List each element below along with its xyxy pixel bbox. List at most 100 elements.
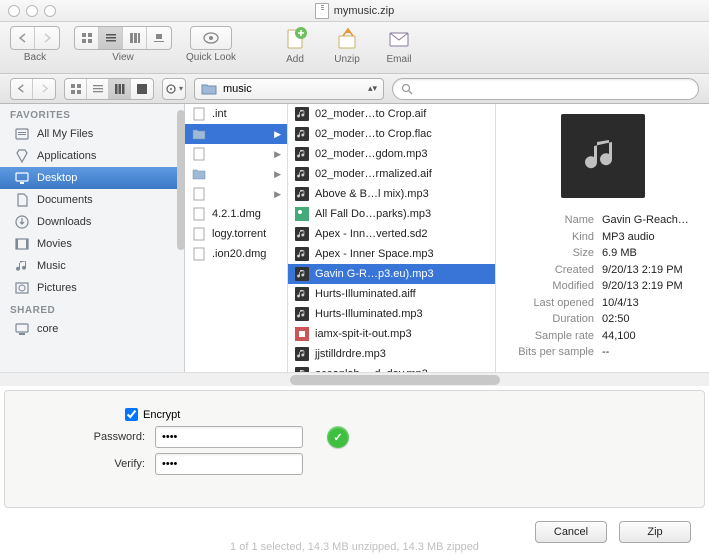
column1-item[interactable]: .ion20.dmg — [185, 244, 287, 264]
sidebar-item-documents[interactable]: Documents — [0, 189, 184, 211]
column2-item[interactable]: Above & B…l mix).mp3 — [288, 184, 495, 204]
file-label: Hurts-Illuminated.mp3 — [315, 308, 423, 320]
quick-look-button[interactable] — [191, 27, 231, 49]
sidebar-item-pictures[interactable]: Pictures — [0, 277, 184, 299]
search-input[interactable] — [413, 83, 690, 95]
column2-item[interactable]: Hurts-Illuminated.aiff — [288, 284, 495, 304]
sidebar-item-desktop[interactable]: Desktop — [0, 167, 184, 189]
sidebar-item-label: Desktop — [37, 172, 77, 184]
path-list-view[interactable] — [87, 79, 109, 99]
password-input[interactable] — [155, 426, 303, 448]
forward-button[interactable] — [35, 27, 59, 49]
verify-input[interactable] — [155, 453, 303, 475]
computer-icon — [14, 321, 30, 337]
sidebar-scrollbar[interactable] — [177, 110, 185, 250]
meta-value: 44,100 — [602, 328, 697, 345]
column1-item[interactable]: ▶ — [185, 184, 287, 204]
column2-item[interactable]: 02_moder…to Crop.flac — [288, 124, 495, 144]
sidebar-item-movies[interactable]: Movies — [0, 233, 184, 255]
audio-file-icon — [294, 346, 310, 362]
column2-item[interactable]: 02_moder…to Crop.aif — [288, 104, 495, 124]
meta-value: -- — [602, 344, 697, 361]
meta-key: Size — [508, 245, 594, 262]
path-dropdown[interactable]: music ▴▾ — [194, 78, 384, 100]
sidebar-item-music[interactable]: Music — [0, 255, 184, 277]
meta-row: KindMP3 audio — [508, 229, 697, 246]
browser-body: FAVORITES All My FilesApplicationsDeskto… — [0, 104, 709, 372]
column2-item[interactable]: Hurts-Illuminated.mp3 — [288, 304, 495, 324]
path-column-view[interactable] — [109, 79, 131, 99]
unzip-button[interactable] — [328, 26, 366, 52]
column1-item[interactable]: logy.torrent — [185, 224, 287, 244]
back-button[interactable] — [11, 27, 35, 49]
coverflow-view-button[interactable] — [147, 27, 171, 49]
icon-view-button[interactable] — [75, 27, 99, 49]
zip-file-icon — [315, 3, 329, 19]
sidebar-item-all-my-files[interactable]: All My Files — [0, 123, 184, 145]
zip-button[interactable]: Zip — [619, 521, 691, 543]
sidebar-item-label: Music — [37, 260, 66, 272]
folder-icon — [201, 82, 217, 95]
column1-item[interactable]: ▶ — [185, 124, 287, 144]
file-label: logy.torrent — [212, 228, 266, 240]
path-folder-name: music — [223, 83, 252, 95]
file-icon — [191, 166, 207, 182]
chevron-updown-icon: ▴▾ — [368, 83, 377, 94]
add-button[interactable] — [276, 26, 314, 52]
encrypt-label: Encrypt — [143, 409, 180, 421]
meta-row: Modified9/20/13 2:19 PM — [508, 278, 697, 295]
column2-item[interactable]: 02_moder…rmalized.aif — [288, 164, 495, 184]
audio-file-icon — [294, 106, 310, 122]
path-icon-view[interactable] — [65, 79, 87, 99]
column-2: 02_moder…to Crop.aif02_moder…to Crop.fla… — [288, 104, 496, 372]
path-coverflow-view[interactable] — [131, 79, 153, 99]
all-my-files-icon — [14, 126, 30, 142]
path-forward-button[interactable] — [33, 79, 55, 99]
chevron-right-icon: ▶ — [270, 129, 281, 140]
column1-item[interactable]: ▶ — [185, 144, 287, 164]
column2-item[interactable]: Gavin G-R…p3.eu).mp3 — [288, 264, 495, 284]
path-bar: ▾ music ▴▾ — [0, 74, 709, 104]
encrypt-checkbox[interactable] — [125, 408, 138, 421]
sidebar-item-downloads[interactable]: Downloads — [0, 211, 184, 233]
column1-item[interactable]: ▶ — [185, 164, 287, 184]
file-icon — [191, 146, 207, 162]
sidebar-item-label: Applications — [37, 150, 96, 162]
search-field[interactable] — [392, 78, 699, 100]
file-label: iamx-spit-it-out.mp3 — [315, 328, 412, 340]
sidebar-item-computer[interactable]: core — [0, 318, 184, 340]
music-icon — [14, 258, 30, 274]
column2-item[interactable]: jjstilldrdre.mp3 — [288, 344, 495, 364]
meta-row: Bits per sample-- — [508, 344, 697, 361]
search-icon — [401, 83, 413, 95]
image2-file-icon — [294, 326, 310, 342]
path-back-button[interactable] — [11, 79, 33, 99]
sidebar-item-label: core — [37, 323, 58, 335]
column2-item[interactable]: oceanlab-…d_day.mp3 — [288, 364, 495, 372]
column2-item[interactable]: 02_moder…gdom.mp3 — [288, 144, 495, 164]
column2-item[interactable]: All Fall Do…parks).mp3 — [288, 204, 495, 224]
action-menu-button[interactable]: ▾ — [163, 79, 185, 99]
column-view-button[interactable] — [123, 27, 147, 49]
column2-item[interactable]: iamx-spit-it-out.mp3 — [288, 324, 495, 344]
column1-item[interactable]: .int — [185, 104, 287, 124]
cancel-button[interactable]: Cancel — [535, 521, 607, 543]
scrollbar-thumb[interactable] — [290, 375, 500, 385]
sidebar-item-applications[interactable]: Applications — [0, 145, 184, 167]
file-label: All Fall Do…parks).mp3 — [315, 208, 431, 220]
column2-item[interactable]: Apex - Inner Space.mp3 — [288, 244, 495, 264]
audio-file-icon — [294, 186, 310, 202]
column1-item[interactable]: 4.2.1.dmg — [185, 204, 287, 224]
add-label: Add — [286, 54, 304, 65]
meta-row: Sample rate44,100 — [508, 328, 697, 345]
list-view-button[interactable] — [99, 27, 123, 49]
column-1: .int▶▶▶▶4.2.1.dmglogy.torrent.ion20.dmg — [185, 104, 288, 372]
horizontal-scrollbar[interactable] — [0, 372, 709, 386]
documents-icon — [14, 192, 30, 208]
email-button[interactable] — [380, 26, 418, 52]
audio-file-icon — [294, 166, 310, 182]
audio-file-icon — [294, 146, 310, 162]
column2-item[interactable]: Apex - Inn…verted.sd2 — [288, 224, 495, 244]
meta-row: Last opened10/4/13 — [508, 295, 697, 312]
image-file-icon — [294, 206, 310, 222]
